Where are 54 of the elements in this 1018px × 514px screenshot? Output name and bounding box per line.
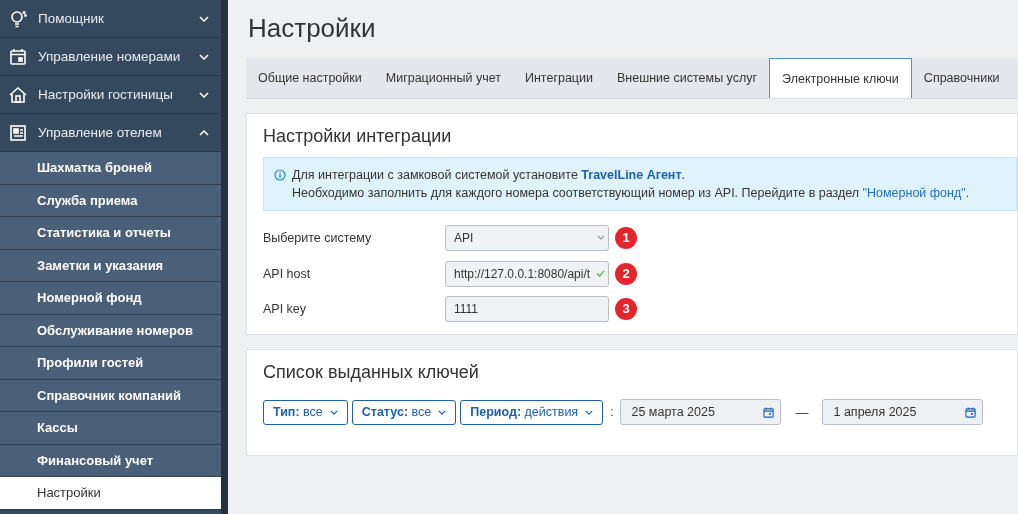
calendar-icon [9, 47, 27, 66]
sidebar-item[interactable]: Заметки и указания [0, 249, 221, 282]
card-title: Настройки интеграции [263, 126, 453, 147]
filter-dropdown[interactable]: Период: действия [460, 399, 604, 425]
sidebar-item[interactable]: Обслуживание номеров [0, 314, 221, 347]
tab[interactable]: Электронные ключи [769, 58, 912, 98]
calendar-icon [965, 406, 977, 418]
dash-text: — [795, 404, 809, 420]
number-badge: 3 [615, 297, 637, 320]
sidebar-item[interactable]: Кассы [0, 412, 221, 445]
chevron-down-icon [585, 409, 594, 415]
info-icon [274, 169, 286, 181]
board-icon [9, 123, 27, 142]
info-text: Для интеграции с замковой системой установите TravelLine Агент. [292, 167, 686, 184]
tab[interactable]: Интеграции [513, 58, 605, 98]
sidebar-section[interactable]: Настройки гостиницы [0, 76, 221, 114]
sidebar-item[interactable]: Служба приема [0, 184, 221, 217]
tab[interactable]: Внешние системы услуг [605, 58, 770, 98]
house-icon [9, 85, 27, 104]
chevron-down-icon [438, 409, 447, 415]
info-text: Необходимо заполнить для каждого номера соответствующий номер из API. Перейдите в раздел "Номерной фонд". [292, 185, 970, 202]
page-title: Настройки [248, 12, 377, 45]
sidebar-section[interactable]: Управление номерами [0, 38, 221, 76]
number-badge: 1 [615, 226, 637, 249]
sidebar-item[interactable]: Финансовый учет [0, 444, 221, 477]
link[interactable]: "Номерной фонд" [862, 186, 966, 200]
tab[interactable]: Миграционный учет [373, 58, 513, 98]
number-badge: 2 [615, 262, 637, 285]
sidebar-item[interactable]: Статистика и отчеты [0, 217, 221, 250]
separator-text: : [610, 405, 614, 419]
date-field[interactable]: 1 апреля 2025 [822, 399, 984, 425]
lightbulb-icon [9, 9, 27, 28]
filter-dropdown[interactable]: Тип: все [263, 399, 348, 425]
sidebar-item[interactable]: Номерной фонд [0, 282, 221, 315]
chevron-down-icon [597, 235, 605, 240]
field-label: API key [263, 301, 308, 316]
check-icon [596, 270, 605, 277]
chevron-down-icon [329, 409, 338, 415]
sidebar-item[interactable]: Профили гостей [0, 347, 221, 380]
card-title: Список выданных ключей [263, 362, 480, 383]
input-field[interactable]: http://127.0.0.1:8080/api/t [445, 260, 609, 287]
filter-dropdown[interactable]: Статус: все [351, 399, 457, 425]
sidebar-item[interactable]: Справочник компаний [0, 379, 221, 412]
sidebar-section[interactable]: Помощник [0, 0, 221, 38]
field-label: Выберите систему [263, 230, 373, 245]
tab[interactable]: Справочники [911, 58, 1012, 98]
tab[interactable]: Общие настройки [246, 58, 374, 98]
sidebar-item[interactable]: Настройки [0, 477, 221, 510]
sidebar-item[interactable]: Шахматка броней [0, 152, 221, 185]
date-field[interactable]: 25 марта 2025 [620, 399, 782, 425]
select-field[interactable]: API [445, 224, 609, 251]
field-label: API host [263, 266, 312, 281]
input-field[interactable]: 1111 [445, 295, 609, 322]
calendar-icon [763, 406, 775, 418]
